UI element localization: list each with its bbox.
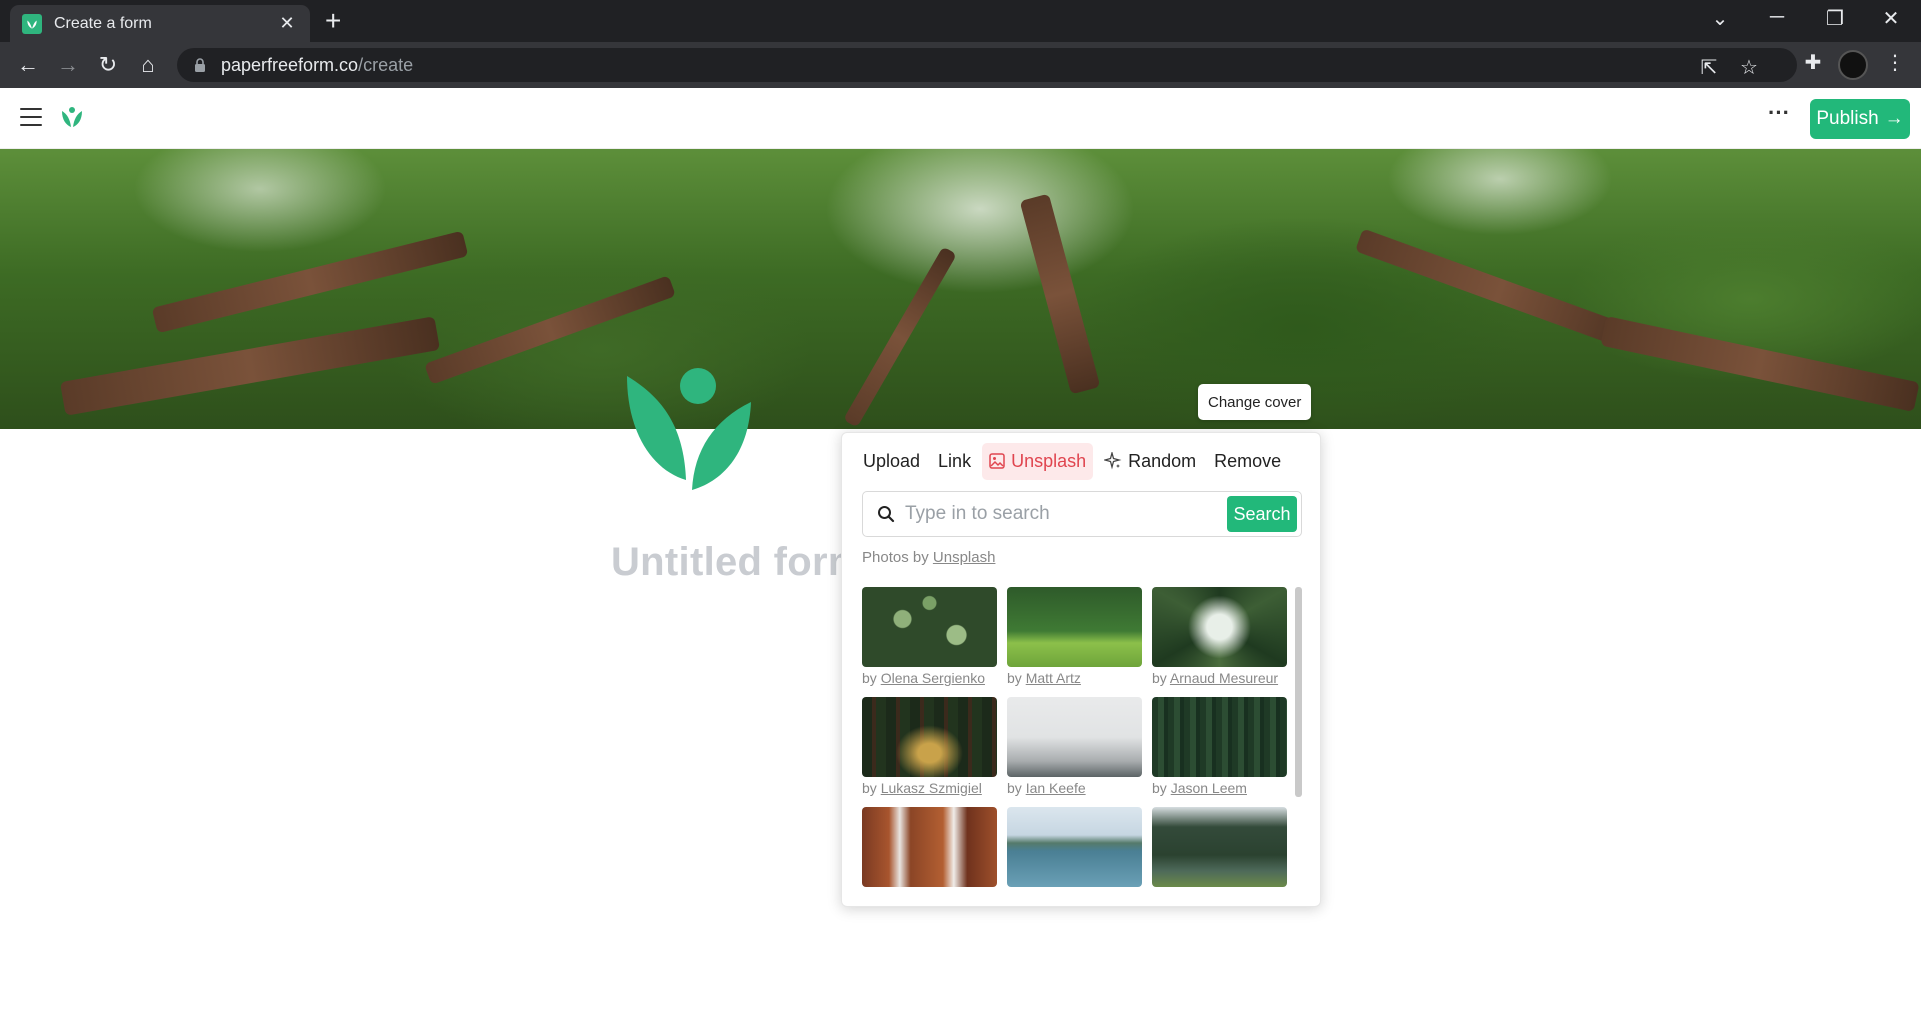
tab-remove[interactable]: Remove — [1207, 443, 1288, 480]
photo-grid-scrollbar[interactable] — [1295, 587, 1302, 797]
new-tab-icon[interactable]: + — [325, 7, 341, 35]
photo-image — [862, 697, 997, 777]
by-label: by — [1007, 670, 1026, 686]
search-icon — [878, 506, 895, 523]
publish-label: Publish — [1816, 108, 1879, 129]
home-icon[interactable]: ⌂ — [132, 49, 164, 81]
photo-thumbnail[interactable] — [862, 807, 997, 887]
tree-trunk — [59, 316, 441, 416]
more-options-icon[interactable]: ··· — [1764, 102, 1794, 134]
photo-image — [1007, 807, 1142, 887]
photo-thumbnail[interactable]: by Ian Keefe — [1007, 697, 1142, 796]
hamburger-menu-icon[interactable] — [20, 108, 42, 126]
forward-icon[interactable]: → — [52, 49, 84, 81]
bookmark-star-icon[interactable]: ☆ — [1737, 55, 1761, 79]
tab-search-icon[interactable]: ⌄ — [1695, 6, 1745, 31]
form-title[interactable]: Untitled form — [611, 540, 864, 585]
by-label: by — [1007, 780, 1026, 796]
unsplash-link[interactable]: Unsplash — [933, 549, 996, 566]
restore-icon[interactable]: ❐ — [1810, 6, 1860, 31]
author-link[interactable]: Arnaud Mesureur — [1170, 670, 1278, 686]
photo-grid: by Olena Sergienko by Matt Artz by Arnau… — [862, 587, 1292, 892]
browser-tab-bar: Create a form ✕ + ⌄ ─ ❐ ✕ — [0, 0, 1921, 42]
tab-remove-label: Remove — [1214, 450, 1282, 471]
extensions-icon[interactable]: ✚ — [1798, 50, 1828, 75]
tab-upload[interactable]: Upload — [856, 443, 927, 480]
back-icon[interactable]: ← — [12, 49, 44, 81]
author-link[interactable]: Lukasz Szmigiel — [881, 780, 982, 796]
reload-icon[interactable]: ↻ — [92, 49, 124, 81]
unsplash-search-box: Search — [862, 491, 1302, 537]
photo-image — [1152, 807, 1287, 887]
photo-image — [1007, 587, 1142, 667]
search-button[interactable]: Search — [1227, 496, 1297, 532]
photo-image — [1007, 697, 1142, 777]
close-tab-icon[interactable]: ✕ — [276, 13, 298, 34]
sparkle-icon — [1104, 452, 1122, 470]
tab-upload-label: Upload — [863, 450, 921, 471]
photo-image — [1152, 587, 1287, 667]
paperform-favicon-icon — [22, 13, 42, 34]
url-host: paperfreeform.co — [221, 54, 359, 75]
photo-image — [862, 587, 997, 667]
by-label: by — [862, 780, 881, 796]
paperform-logo-icon[interactable] — [60, 104, 84, 135]
author-link[interactable]: Ian Keefe — [1026, 780, 1086, 796]
author-link[interactable]: Jason Leem — [1171, 780, 1247, 796]
minimize-icon[interactable]: ─ — [1752, 6, 1802, 29]
close-window-icon[interactable]: ✕ — [1866, 6, 1916, 31]
photo-thumbnail[interactable]: by Arnaud Mesureur — [1152, 587, 1287, 686]
form-logo-icon[interactable] — [622, 362, 756, 501]
author-link[interactable]: Matt Artz — [1026, 670, 1081, 686]
by-label: by — [1152, 780, 1171, 796]
tab-link-label: Link — [938, 450, 972, 471]
publish-button[interactable]: Publish → — [1810, 99, 1910, 139]
tab-title: Create a form — [54, 14, 152, 32]
app-header: ··· Publish → — [0, 88, 1921, 149]
author-link[interactable]: Olena Sergienko — [881, 670, 985, 686]
by-label: by — [862, 670, 881, 686]
credits-prefix: Photos by — [862, 549, 933, 566]
photo-thumbnail[interactable]: by Matt Artz — [1007, 587, 1142, 686]
tab-random[interactable]: Random — [1097, 443, 1203, 480]
lock-icon — [195, 58, 205, 72]
photo-image — [862, 807, 997, 887]
change-cover-button[interactable]: Change cover — [1198, 384, 1312, 420]
by-label: by — [1152, 670, 1170, 686]
tree-trunk — [1600, 316, 1920, 412]
arrow-right-icon: → — [1884, 108, 1904, 129]
tree-trunk — [843, 246, 957, 428]
tab-link[interactable]: Link — [931, 443, 978, 480]
browser-tab[interactable]: Create a form ✕ — [10, 5, 310, 42]
tab-unsplash-label: Unsplash — [1011, 450, 1087, 471]
photo-thumbnail[interactable] — [1152, 807, 1287, 887]
cover-source-tabs: Upload Link Unsplash Random Remove — [856, 441, 1288, 481]
tab-random-label: Random — [1128, 450, 1197, 471]
photo-credits: Photos by Unsplash — [862, 549, 995, 566]
photo-thumbnail[interactable]: by Lukasz Szmigiel — [862, 697, 997, 796]
tree-trunk — [1019, 193, 1101, 395]
cover-picker-popover: Upload Link Unsplash Random Remove Searc… — [841, 432, 1321, 907]
image-icon — [989, 453, 1005, 469]
photo-thumbnail[interactable]: by Olena Sergienko — [862, 587, 997, 686]
tab-unsplash[interactable]: Unsplash — [982, 442, 1094, 480]
browser-menu-icon[interactable]: ⋮ — [1880, 50, 1910, 75]
photo-thumbnail[interactable] — [1007, 807, 1142, 887]
photo-image — [1152, 697, 1287, 777]
address-bar[interactable]: paperfreeform.co/create ⇱ ☆ — [177, 48, 1797, 82]
cover-image[interactable] — [0, 149, 1921, 429]
url-path: /create — [358, 54, 414, 75]
share-icon[interactable]: ⇱ — [1697, 55, 1721, 79]
profile-avatar[interactable] — [1838, 50, 1868, 80]
photo-thumbnail[interactable]: by Jason Leem — [1152, 697, 1287, 796]
browser-toolbar: ← → ↻ ⌂ paperfreeform.co/create ⇱ ☆ ✚ ⋮ — [0, 42, 1921, 88]
